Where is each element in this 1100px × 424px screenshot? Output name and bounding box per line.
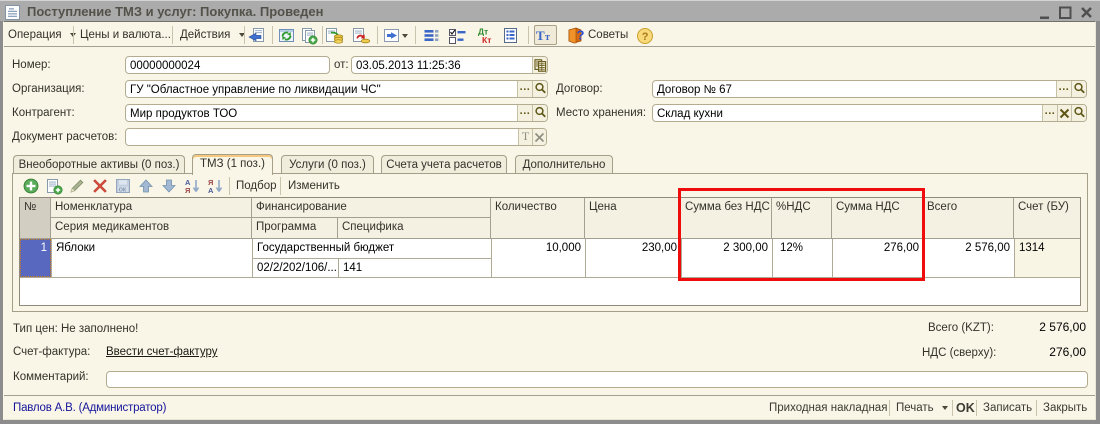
svg-text:?: ? (642, 31, 649, 43)
svg-text:Я: Я (185, 186, 190, 194)
svg-text:Кт: Кт (482, 35, 491, 44)
svg-text:А: А (208, 186, 214, 194)
svg-text:ОК: ОК (119, 187, 127, 193)
svg-text:?: ? (577, 28, 585, 43)
svg-text:Т: Т (536, 28, 545, 43)
svg-text:т: т (545, 32, 550, 43)
